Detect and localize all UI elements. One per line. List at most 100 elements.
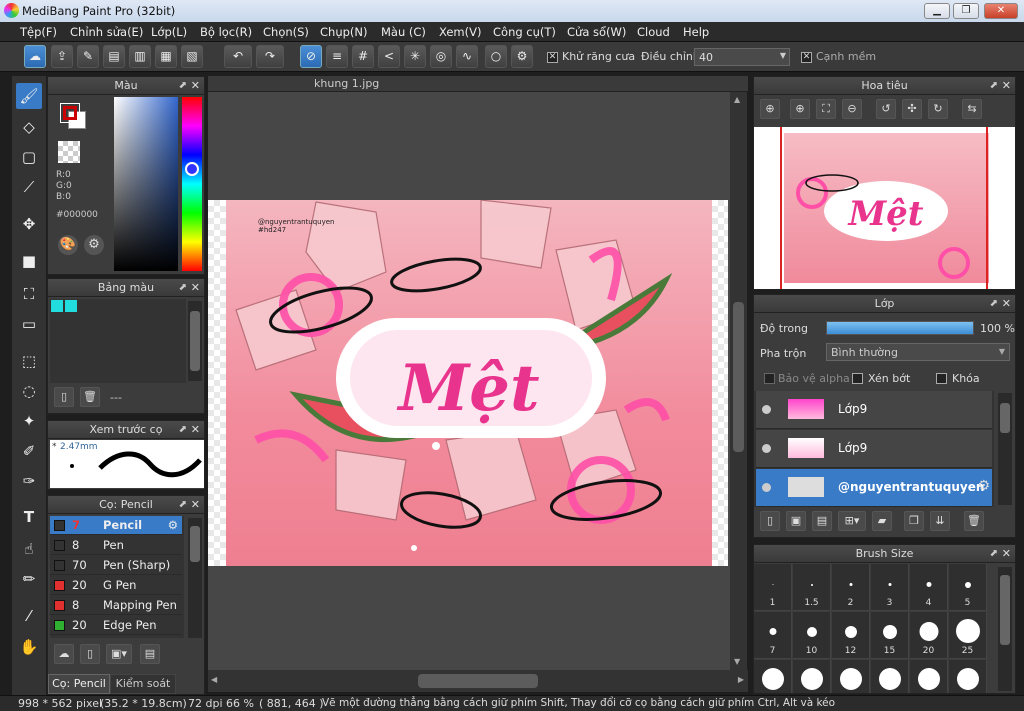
brush-settings-icon[interactable]: ▤ <box>140 644 160 664</box>
brush-size-cell[interactable]: 10 <box>793 612 831 659</box>
brush-size-cell[interactable]: 7 <box>754 612 792 659</box>
new-layer-icon[interactable]: ▯ <box>760 511 780 531</box>
soft-edge-checkbox[interactable]: ✕ <box>801 52 812 63</box>
parallel-snap-icon[interactable]: ≡ <box>326 45 348 68</box>
panel-icon[interactable]: ▦ <box>155 45 177 68</box>
menu-view[interactable]: Xem(V) <box>439 25 481 39</box>
hue-handle[interactable] <box>185 162 199 176</box>
magic-wand-tool-icon[interactable]: ✦ <box>16 408 42 434</box>
layer-row[interactable]: Lớp9 <box>756 430 992 468</box>
eraser-tool-icon[interactable]: ◇ <box>16 114 42 140</box>
canvas-viewport[interactable]: Mệt @nguyentrantuquyen #hd247 <box>208 92 730 670</box>
duplicate-layer-icon[interactable]: ❐ <box>904 511 924 531</box>
rotate-left-icon[interactable]: ↺ <box>876 99 896 119</box>
menu-filter[interactable]: Bộ lọc(R) <box>200 25 252 39</box>
palette-swatch[interactable] <box>51 300 63 312</box>
hand-tool-icon[interactable]: ✋ <box>16 634 42 660</box>
brush-size-cell[interactable]: 20 <box>910 612 948 659</box>
menu-snap[interactable]: Chụp(N) <box>320 25 367 39</box>
close-icon[interactable]: ✕ <box>1002 545 1011 562</box>
minimize-button[interactable]: ▁ <box>924 3 950 19</box>
layer-scrollbar[interactable] <box>998 393 1012 505</box>
adjust-dropdown[interactable]: 40 ▼ <box>694 48 790 66</box>
share-icon[interactable]: ⇪ <box>51 45 73 68</box>
brush-size-cell[interactable] <box>910 660 948 693</box>
lasso-tool-icon[interactable]: ◌ <box>16 378 42 404</box>
brush-size-cell[interactable] <box>949 660 987 693</box>
vscroll-thumb[interactable] <box>733 302 744 452</box>
grid-snap-icon[interactable]: # <box>352 45 374 68</box>
color-picker-icon[interactable]: ⚙ <box>84 235 104 255</box>
speech-icon[interactable]: ▤ <box>103 45 125 68</box>
brush-size-cell[interactable]: 25 <box>949 612 987 659</box>
gradient-tool-icon[interactable]: ▭ <box>16 311 42 337</box>
opacity-slider[interactable] <box>826 321 974 335</box>
brush-size-cell[interactable]: 2 <box>832 564 870 611</box>
perspective-snap-icon[interactable]: < <box>378 45 400 68</box>
gear-icon[interactable]: ⚙ <box>168 518 178 532</box>
menu-edit[interactable]: Chỉnh sửa(E) <box>70 25 143 39</box>
fit-icon[interactable]: ⛶ <box>816 99 836 119</box>
brush-size-cell[interactable]: 12 <box>832 612 870 659</box>
actual-size-icon[interactable]: ✣ <box>902 99 922 119</box>
rotate-right-icon[interactable]: ↻ <box>928 99 948 119</box>
antialias-checkbox[interactable]: ✕ <box>547 52 558 63</box>
brush-item-edge-pen[interactable]: 20 Edge Pen <box>50 616 182 635</box>
gear-icon[interactable]: ⚙ <box>977 478 990 494</box>
brush-item-pen-sharp[interactable]: 70 Pen (Sharp) <box>50 556 182 575</box>
eyedropper-tool-icon[interactable]: ⁄ <box>16 603 42 629</box>
move-tool-icon[interactable]: ✥ <box>16 211 42 237</box>
brush-item-pencil[interactable]: 7 Pencil ⚙ <box>50 516 182 535</box>
brush-tool-icon[interactable]: 🖌 <box>16 83 42 109</box>
select-rect-tool-icon[interactable]: ⬚ <box>16 348 42 374</box>
brush-size-cell[interactable] <box>793 660 831 693</box>
clip-checkbox[interactable] <box>852 373 863 384</box>
protect-alpha-checkbox[interactable] <box>764 373 775 384</box>
layout-icon[interactable]: ▧ <box>181 45 203 68</box>
popout-icon[interactable]: ⬈ <box>179 496 187 513</box>
popout-icon[interactable]: ⬈ <box>179 421 187 438</box>
palette-scrollbar[interactable] <box>188 301 202 381</box>
popout-icon[interactable]: ⬈ <box>990 545 998 562</box>
dot-tool-icon[interactable]: ⟋ <box>16 174 42 200</box>
new-palette-icon[interactable]: ▯ <box>54 387 74 407</box>
menu-window[interactable]: Cửa sổ(W) <box>567 25 626 39</box>
add-layer-menu-icon[interactable]: ⊞▾ <box>838 511 866 531</box>
tab-brush-control[interactable]: Kiểm soát cọ <box>110 674 176 708</box>
lock-checkbox[interactable] <box>936 373 947 384</box>
brush-size-cell[interactable]: 15 <box>871 612 909 659</box>
brush-item-pen[interactable]: 8 Pen <box>50 536 182 555</box>
popout-icon[interactable]: ⬈ <box>990 295 998 312</box>
close-icon[interactable]: ✕ <box>191 77 200 94</box>
brush-size-cell[interactable] <box>871 660 909 693</box>
rect-tool-icon[interactable]: ▢ <box>16 144 42 170</box>
brush-list-scrollbar[interactable] <box>188 518 202 638</box>
blend-dropdown[interactable]: Bình thường ▼ <box>826 343 1010 361</box>
hue-slider[interactable] <box>182 97 202 271</box>
curve-snap-icon[interactable]: ∿ <box>456 45 478 68</box>
zoom-in-icon[interactable]: ⊕ <box>760 99 780 119</box>
close-icon[interactable]: ✕ <box>191 496 200 513</box>
circle-snap-icon[interactable]: ○ <box>485 45 507 68</box>
folder-icon[interactable]: ▰ <box>872 511 892 531</box>
close-button[interactable]: ✕ <box>984 3 1018 19</box>
menu-tools[interactable]: Công cụ(T) <box>493 25 556 39</box>
brush-menu-icon[interactable]: ▣▾ <box>106 644 132 664</box>
select-eraser-tool-icon[interactable]: ✑ <box>16 468 42 494</box>
operation-tool-icon[interactable]: ☝ <box>16 536 42 562</box>
comment-icon[interactable]: ✎ <box>77 45 99 68</box>
popout-icon[interactable]: ⬈ <box>990 77 998 94</box>
layer-row[interactable]: Lớp9 <box>756 391 992 429</box>
cloud-brush-icon[interactable]: ☁ <box>54 644 74 664</box>
no-snap-icon[interactable]: ⊘ <box>300 45 322 68</box>
popout-icon[interactable]: ⬈ <box>179 279 187 296</box>
close-icon[interactable]: ✕ <box>191 279 200 296</box>
brush-item-mapping-pen[interactable]: 8 Mapping Pen <box>50 596 182 615</box>
menu-layer[interactable]: Lớp(L) <box>151 25 187 39</box>
transparent-color-swatch[interactable] <box>58 141 80 163</box>
foreground-color-swatch[interactable] <box>60 103 80 123</box>
flip-icon[interactable]: ⇆ <box>962 99 982 119</box>
trash-icon[interactable]: 🗑 <box>964 511 984 531</box>
brush-size-scrollbar[interactable] <box>998 567 1012 691</box>
layer-row-selected[interactable]: @nguyentrantuquyen ⚙ <box>756 469 992 507</box>
